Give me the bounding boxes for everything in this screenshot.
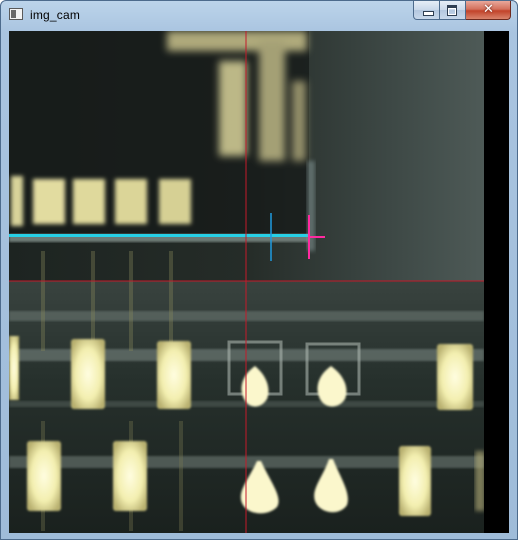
minimize-button[interactable] (413, 1, 440, 20)
title-bar[interactable]: img_cam ✕ (1, 1, 517, 29)
maximize-icon (447, 5, 457, 16)
app-icon (9, 8, 23, 20)
window-title: img_cam (30, 8, 81, 22)
close-icon: ✕ (483, 2, 494, 17)
app-window: img_cam ✕ (0, 0, 518, 540)
camera-view[interactable] (9, 31, 509, 533)
close-button[interactable]: ✕ (466, 1, 511, 20)
maximize-button[interactable] (440, 1, 466, 20)
camera-image (9, 31, 485, 533)
window-controls: ✕ (413, 1, 511, 21)
minimize-icon (423, 11, 434, 16)
image-border-strip (484, 31, 509, 533)
